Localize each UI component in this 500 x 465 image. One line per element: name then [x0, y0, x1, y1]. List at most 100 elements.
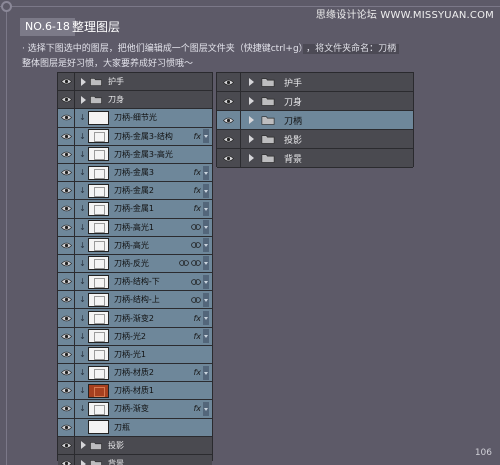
fx-icon[interactable]: fx [193, 368, 201, 377]
eye-icon [60, 133, 72, 139]
visibility-toggle[interactable] [58, 182, 75, 200]
layer-name: 刀柄-材质2 [114, 368, 154, 378]
visibility-toggle[interactable] [217, 130, 241, 148]
layer-group-row[interactable]: 刀身 [217, 92, 413, 111]
expand-arrow-icon[interactable] [80, 441, 87, 450]
effects-dropdown[interactable] [203, 292, 209, 307]
layer-group-row[interactable]: 刀柄 [217, 111, 413, 130]
effects-dropdown[interactable] [203, 365, 209, 380]
folder-icon [90, 442, 102, 450]
visibility-toggle[interactable] [58, 109, 75, 127]
effects-dropdown[interactable] [203, 401, 209, 416]
layer-row[interactable]: ↓ 刀柄-结构-下 [58, 273, 212, 292]
visibility-toggle[interactable] [58, 73, 75, 91]
effects-dropdown[interactable] [203, 183, 209, 198]
layer-group-name: 刀柄 [284, 116, 303, 127]
layer-name: 护手 [108, 77, 124, 87]
clip-link-icon: ↓ [79, 277, 86, 287]
layer-name: 刀柄-反光 [114, 258, 149, 268]
layer-row[interactable]: ↓ 刀柄-高光1 [58, 218, 212, 237]
visibility-toggle[interactable] [217, 73, 241, 91]
visibility-toggle[interactable] [58, 436, 75, 454]
fx-icon[interactable]: fx [193, 404, 201, 413]
visibility-toggle[interactable] [58, 273, 75, 291]
visibility-toggle[interactable] [58, 145, 75, 163]
visibility-toggle[interactable] [58, 345, 75, 363]
effects-dropdown[interactable] [203, 238, 209, 253]
visibility-toggle[interactable] [58, 454, 75, 465]
layer-row[interactable]: ↓ 刀柄-金属3 fx [58, 163, 212, 183]
effects-dropdown[interactable] [203, 274, 209, 289]
visibility-toggle[interactable] [217, 111, 241, 129]
visibility-toggle[interactable] [58, 309, 75, 327]
layer-row[interactable]: ↓ 刀柄-光1 [58, 345, 212, 364]
effects-dropdown[interactable] [203, 311, 209, 326]
effects-dropdown[interactable] [203, 165, 209, 180]
layer-group-row[interactable]: 护手 [58, 73, 212, 92]
visibility-toggle[interactable] [58, 382, 75, 400]
visibility-toggle[interactable] [58, 364, 75, 382]
fx-icon[interactable]: fx [193, 204, 201, 213]
expand-arrow-icon[interactable] [80, 77, 87, 86]
visibility-toggle[interactable] [58, 91, 75, 109]
layer-row[interactable]: 刀瓶 [58, 418, 212, 437]
layer-name: 刀瓶 [114, 422, 130, 432]
visibility-toggle[interactable] [217, 92, 241, 110]
fx-icon[interactable]: fx [193, 132, 201, 141]
visibility-toggle[interactable] [58, 236, 75, 254]
visibility-toggle[interactable] [58, 127, 75, 145]
effects-dropdown[interactable] [203, 201, 209, 216]
layer-row[interactable]: ↓ 刀柄-反光 [58, 254, 212, 274]
visibility-toggle[interactable] [58, 418, 75, 436]
layer-row[interactable]: ↓ 刀柄-高光 [58, 236, 212, 255]
layer-group-row[interactable]: 投影 [58, 436, 212, 455]
effects-dropdown[interactable] [203, 329, 209, 344]
expand-arrow-icon[interactable] [248, 78, 255, 86]
visibility-toggle[interactable] [217, 149, 241, 167]
layer-name: 刀柄-高光 [114, 240, 149, 250]
layer-row[interactable]: ↓ 刀柄-光2 fx [58, 327, 212, 346]
layer-group-row[interactable]: 护手 [217, 73, 413, 92]
layer-row[interactable]: ↓ 刀柄-细节光 [58, 109, 212, 128]
layer-row[interactable]: ↓ 刀柄-渐变 fx [58, 400, 212, 419]
layer-row[interactable]: ↓ 刀柄-金属1 fx [58, 200, 212, 219]
expand-arrow-icon[interactable] [248, 154, 255, 162]
eye-icon [223, 79, 234, 85]
layer-row[interactable]: ↓ 刀柄-结构-上 [58, 291, 212, 310]
layer-group-row[interactable]: 刀身 [58, 91, 212, 110]
visibility-toggle[interactable] [58, 327, 75, 345]
layer-group-row[interactable]: 投影 [217, 130, 413, 149]
visibility-toggle[interactable] [58, 291, 75, 309]
layer-row[interactable]: ↓ 刀柄-材质2 fx [58, 364, 212, 383]
fx-icon[interactable]: fx [193, 332, 201, 341]
layer-style-icon [191, 224, 201, 230]
expand-arrow-icon[interactable] [80, 459, 87, 465]
effects-dropdown[interactable] [203, 129, 209, 144]
visibility-toggle[interactable] [58, 218, 75, 236]
layer-row[interactable]: ↓ 刀柄-渐变2 fx [58, 309, 212, 328]
layer-thumbnail [88, 110, 109, 125]
visibility-toggle[interactable] [58, 163, 75, 182]
layer-group-row[interactable]: 背景 [217, 149, 413, 168]
fx-icon[interactable]: fx [193, 186, 201, 195]
effects-dropdown[interactable] [203, 256, 209, 271]
layer-group-name: 刀身 [284, 97, 303, 108]
expand-arrow-icon[interactable] [248, 116, 255, 124]
expand-arrow-icon[interactable] [80, 95, 87, 104]
layer-row[interactable]: ↓ 刀柄-材质1 [58, 382, 212, 401]
expand-arrow-icon[interactable] [248, 97, 255, 105]
layer-row[interactable]: ↓ 刀柄-金属3-结构 fx [58, 127, 212, 146]
visibility-toggle[interactable] [58, 200, 75, 218]
layer-thumbnail [88, 183, 109, 198]
visibility-toggle[interactable] [58, 254, 75, 273]
fx-icon[interactable]: fx [193, 314, 201, 323]
eye-icon [60, 278, 72, 285]
expand-arrow-icon[interactable] [248, 135, 255, 143]
layer-row[interactable]: ↓ 刀柄-金属3-高光 [58, 145, 212, 164]
layer-group-row[interactable]: 背景 [58, 454, 212, 465]
layer-row[interactable]: ↓ 刀柄-金属2 fx [58, 182, 212, 201]
effects-dropdown[interactable] [203, 220, 209, 235]
visibility-toggle[interactable] [58, 400, 75, 418]
layer-name: 刀柄-光1 [114, 349, 146, 359]
fx-icon[interactable]: fx [193, 168, 201, 177]
